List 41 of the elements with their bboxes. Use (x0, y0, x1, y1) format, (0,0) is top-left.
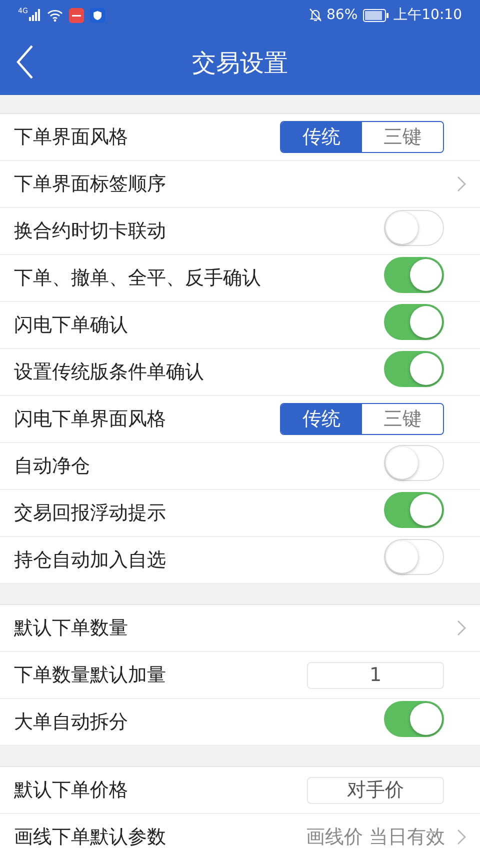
value-field[interactable]: 对手价 (307, 776, 444, 804)
setting-label: 自动净仓 (14, 454, 90, 479)
setting-label: 下单数量默认加量 (14, 662, 166, 688)
segment-tab[interactable]: 传统 (281, 122, 362, 152)
battery-icon (362, 8, 389, 22)
signal-icon (28, 9, 41, 21)
setting-label: 持仓自动加入自选 (14, 548, 166, 573)
setting-label: 设置传统版条件单确认 (14, 360, 204, 385)
toggle-switch[interactable] (384, 445, 444, 481)
bell-off-icon (308, 8, 322, 22)
toggle-switch[interactable] (384, 210, 444, 246)
setting-label: 大单自动拆分 (14, 710, 128, 735)
value-text: 画线价 当日有效 (306, 824, 445, 850)
toggle-switch[interactable] (384, 257, 444, 293)
toggle-switch[interactable] (384, 351, 444, 387)
chevron-right-icon (457, 620, 466, 636)
app-icon (68, 8, 84, 22)
value-field[interactable]: 1 (307, 662, 444, 688)
setting-label: 下单界面风格 (14, 124, 128, 150)
segment-tab[interactable]: 传统 (281, 404, 362, 434)
toggle-switch[interactable] (384, 701, 444, 737)
setting-label: 画线下单默认参数 (14, 824, 166, 850)
setting-label: 下单界面标签顺序 (14, 172, 166, 197)
clock-text: 上午10:10 (394, 6, 462, 24)
page-title: 交易设置 (192, 48, 288, 78)
setting-label: 闪电下单界面风格 (14, 406, 166, 432)
chevron-right-icon (457, 829, 466, 845)
back-icon (16, 45, 34, 79)
toggle-switch[interactable] (384, 304, 444, 340)
wifi-icon (46, 8, 63, 22)
setting-label: 闪电下单确认 (14, 312, 128, 338)
toggle-switch[interactable] (384, 539, 444, 575)
setting-label: 默认下单价格 (14, 778, 128, 803)
setting-label: 换合约时切卡联动 (14, 218, 166, 244)
setting-label: 下单、撤单、全平、反手确认 (14, 266, 261, 291)
battery-percent: 86% (326, 6, 358, 24)
chevron-right-icon (457, 176, 466, 192)
shield-icon (90, 8, 105, 22)
toggle-switch[interactable] (384, 492, 444, 528)
setting-label: 交易回报浮动提示 (14, 500, 166, 526)
setting-label: 默认下单数量 (14, 616, 128, 641)
